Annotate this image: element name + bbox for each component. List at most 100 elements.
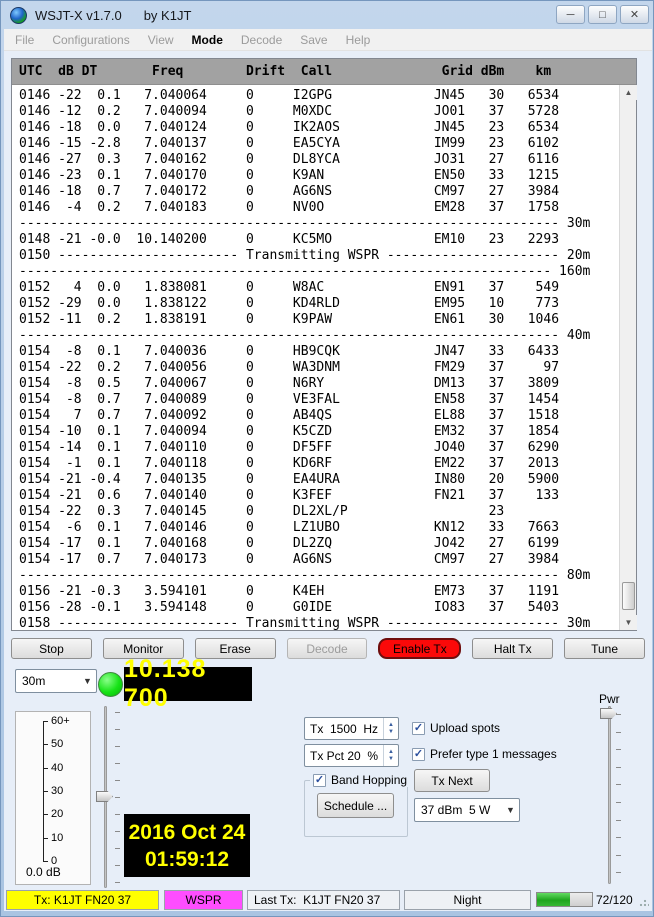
- schedule-button[interactable]: Schedule ...: [317, 793, 394, 818]
- band-separator-row: ----------------------------------------…: [19, 216, 619, 232]
- menu-item-save[interactable]: Save: [291, 29, 336, 51]
- decode-button[interactable]: Decode: [287, 638, 368, 659]
- slider-tick: [115, 848, 120, 849]
- pwr-slider[interactable]: [599, 704, 625, 886]
- status-lamp: [98, 672, 123, 697]
- slider-thumb[interactable]: [600, 708, 617, 719]
- tx-pct-spinner[interactable]: Tx Pct 20 % ▲▼: [304, 744, 399, 767]
- decode-row: 0154 -10 0.1 7.040094 0 K5CZD EM32 37 18…: [19, 424, 619, 440]
- checkbox-check-icon[interactable]: ✓: [412, 722, 425, 735]
- scroll-up-icon[interactable]: ▲: [620, 85, 637, 100]
- decode-row: 0154 -21 0.6 7.040140 0 K3FEF FN21 37 13…: [19, 488, 619, 504]
- tx-message-badge: Tx: K1JT FN20 37: [6, 890, 159, 910]
- wsjtx-window: WSJT-X v1.7.0 by K1JT ─ □ ✕ FileConfigur…: [0, 0, 654, 917]
- decode-row: 0154 -6 0.1 7.040146 0 LZ1UBO KN12 33 76…: [19, 520, 619, 536]
- slider-tick: [115, 712, 120, 713]
- transmitting-row: 0158 ----------------------- Transmittin…: [19, 616, 619, 630]
- halt-tx-button[interactable]: Halt Tx: [472, 638, 553, 659]
- checkbox-check-icon[interactable]: ✓: [313, 774, 326, 787]
- decode-row: 0146 -22 0.1 7.040064 0 I2GPG JN45 30 65…: [19, 88, 619, 104]
- slider-tick: [115, 763, 120, 764]
- band-hopping-checkbox[interactable]: ✓ Band Hopping: [310, 773, 410, 787]
- meter-tick: [43, 744, 48, 745]
- slider-groove: [608, 706, 611, 884]
- prefer-type1-checkbox[interactable]: ✓ Prefer type 1 messages: [412, 747, 557, 761]
- clock-display: 2016 Oct 24 01:59:12: [124, 814, 250, 877]
- slider-tick: [115, 746, 120, 747]
- decode-row: 0146 -18 0.7 7.040172 0 AG6NS CM97 27 39…: [19, 184, 619, 200]
- decode-row: 0152 -29 0.0 1.838122 0 KD4RLD EM95 10 7…: [19, 296, 619, 312]
- clock-date: 2016 Oct 24: [129, 819, 246, 846]
- frequency-display: 10.138 700: [124, 667, 252, 701]
- client-area: UTC dB DT Freq Drift Call Grid dBm km 01…: [4, 51, 652, 911]
- rx-gain-slider[interactable]: [95, 704, 121, 890]
- decode-row: 0154 -8 0.5 7.040067 0 N6RY DM13 37 3809: [19, 376, 619, 392]
- menu-item-view[interactable]: View: [139, 29, 183, 51]
- spinner-arrows-icon[interactable]: ▲▼: [383, 745, 398, 766]
- tx-freq-spinner[interactable]: Tx 1500 Hz ▲▼: [304, 717, 399, 740]
- decode-row: 0154 -22 0.2 7.040056 0 WA3DNM FM29 37 9…: [19, 360, 619, 376]
- meter-tick: [43, 768, 48, 769]
- close-button[interactable]: ✕: [620, 5, 649, 24]
- menu-item-configurations[interactable]: Configurations: [43, 29, 138, 51]
- toolbar: StopMonitorEraseDecodeEnable TxHalt TxTu…: [11, 638, 645, 659]
- slider-tick: [115, 831, 120, 832]
- power-select[interactable]: 37 dBm 5 W ▼: [414, 798, 520, 822]
- rx-meter: 60+50403020100 0.0 dB: [15, 711, 91, 885]
- meter-tick: [43, 814, 48, 815]
- tx-next-button[interactable]: Tx Next: [414, 769, 490, 792]
- menu-item-help[interactable]: Help: [337, 29, 380, 51]
- slider-tick: [616, 784, 621, 785]
- decode-row: 0146 -4 0.2 7.040183 0 NV0O EM28 37 1758: [19, 200, 619, 216]
- decode-row: 0146 -23 0.1 7.040170 0 K9AN EN50 33 121…: [19, 168, 619, 184]
- vertical-scrollbar[interactable]: ▲ ▼: [619, 85, 636, 630]
- band-select[interactable]: 30m ▼: [15, 669, 97, 693]
- tune-button[interactable]: Tune: [564, 638, 645, 659]
- decode-row: 0154 -17 0.1 7.040168 0 DL2ZQ JO42 27 61…: [19, 536, 619, 552]
- checkbox-check-icon[interactable]: ✓: [412, 748, 425, 761]
- minimize-button[interactable]: ─: [556, 5, 585, 24]
- upload-spots-checkbox[interactable]: ✓ Upload spots: [412, 721, 500, 735]
- decode-row: 0146 -15 -2.8 7.040137 0 EA5CYA IM99 23 …: [19, 136, 619, 152]
- menu-item-file[interactable]: File: [6, 29, 43, 51]
- meter-tick-label: 60+: [51, 716, 70, 727]
- meter-tick: [43, 791, 48, 792]
- band-separator-row: ----------------------------------------…: [19, 328, 619, 344]
- decode-row: 0148 -21 -0.0 10.140200 0 KC5MO EM10 23 …: [19, 232, 619, 248]
- prefer-type1-label: Prefer type 1 messages: [430, 747, 557, 761]
- decode-row: 0156 -28 -0.1 3.594148 0 G0IDE IO83 37 5…: [19, 600, 619, 616]
- decode-panel: UTC dB DT Freq Drift Call Grid dBm km 01…: [11, 58, 637, 631]
- menu-item-decode[interactable]: Decode: [232, 29, 291, 51]
- slider-tick: [616, 767, 621, 768]
- tx-freq-value: Tx 1500 Hz: [305, 722, 383, 736]
- status-bar: Tx: K1JT FN20 37 WSPR Last Tx: K1JT FN20…: [4, 889, 652, 911]
- maximize-button[interactable]: □: [588, 5, 617, 24]
- scrollbar-thumb[interactable]: [622, 582, 635, 610]
- decode-row: 0146 -27 0.3 7.040162 0 DL8YCA JO31 27 6…: [19, 152, 619, 168]
- slider-thumb[interactable]: [96, 791, 113, 802]
- slider-tick: [616, 802, 621, 803]
- spinner-arrows-icon[interactable]: ▲▼: [383, 718, 398, 739]
- mode-badge: WSPR: [164, 890, 243, 910]
- meter-tick-label: 50: [51, 739, 63, 750]
- rx-progress-bar: [536, 892, 593, 907]
- menu-item-mode[interactable]: Mode: [183, 29, 232, 51]
- title-bar: WSJT-X v1.7.0 by K1JT ─ □ ✕: [1, 1, 654, 29]
- slider-tick: [616, 714, 621, 715]
- enable-tx-button[interactable]: Enable Tx: [378, 638, 461, 659]
- decode-row: 0146 -12 0.2 7.040094 0 M0XDC JO01 37 57…: [19, 104, 619, 120]
- resize-grip-icon[interactable]: [639, 897, 649, 907]
- decode-row: 0154 -8 0.7 7.040089 0 VE3FAL EN58 37 14…: [19, 392, 619, 408]
- tx-pct-value: Tx Pct 20 %: [305, 749, 383, 763]
- menu-bar: FileConfigurationsViewModeDecodeSaveHelp: [4, 29, 652, 51]
- scroll-down-icon[interactable]: ▼: [620, 615, 637, 630]
- slider-tick: [115, 797, 120, 798]
- chevron-down-icon: ▼: [502, 805, 519, 815]
- decode-table-body[interactable]: 0146 -22 0.1 7.040064 0 I2GPG JN45 30 65…: [12, 85, 619, 630]
- decode-table-header: UTC dB DT Freq Drift Call Grid dBm km: [12, 59, 636, 85]
- stop-button[interactable]: Stop: [11, 638, 92, 659]
- decode-row: 0154 -22 0.3 7.040145 0 DL2XL/P 23: [19, 504, 619, 520]
- transmitting-row: 0150 ----------------------- Transmittin…: [19, 248, 619, 264]
- meter-tick: [43, 838, 48, 839]
- last-tx-status: Last Tx: K1JT FN20 37: [247, 890, 400, 910]
